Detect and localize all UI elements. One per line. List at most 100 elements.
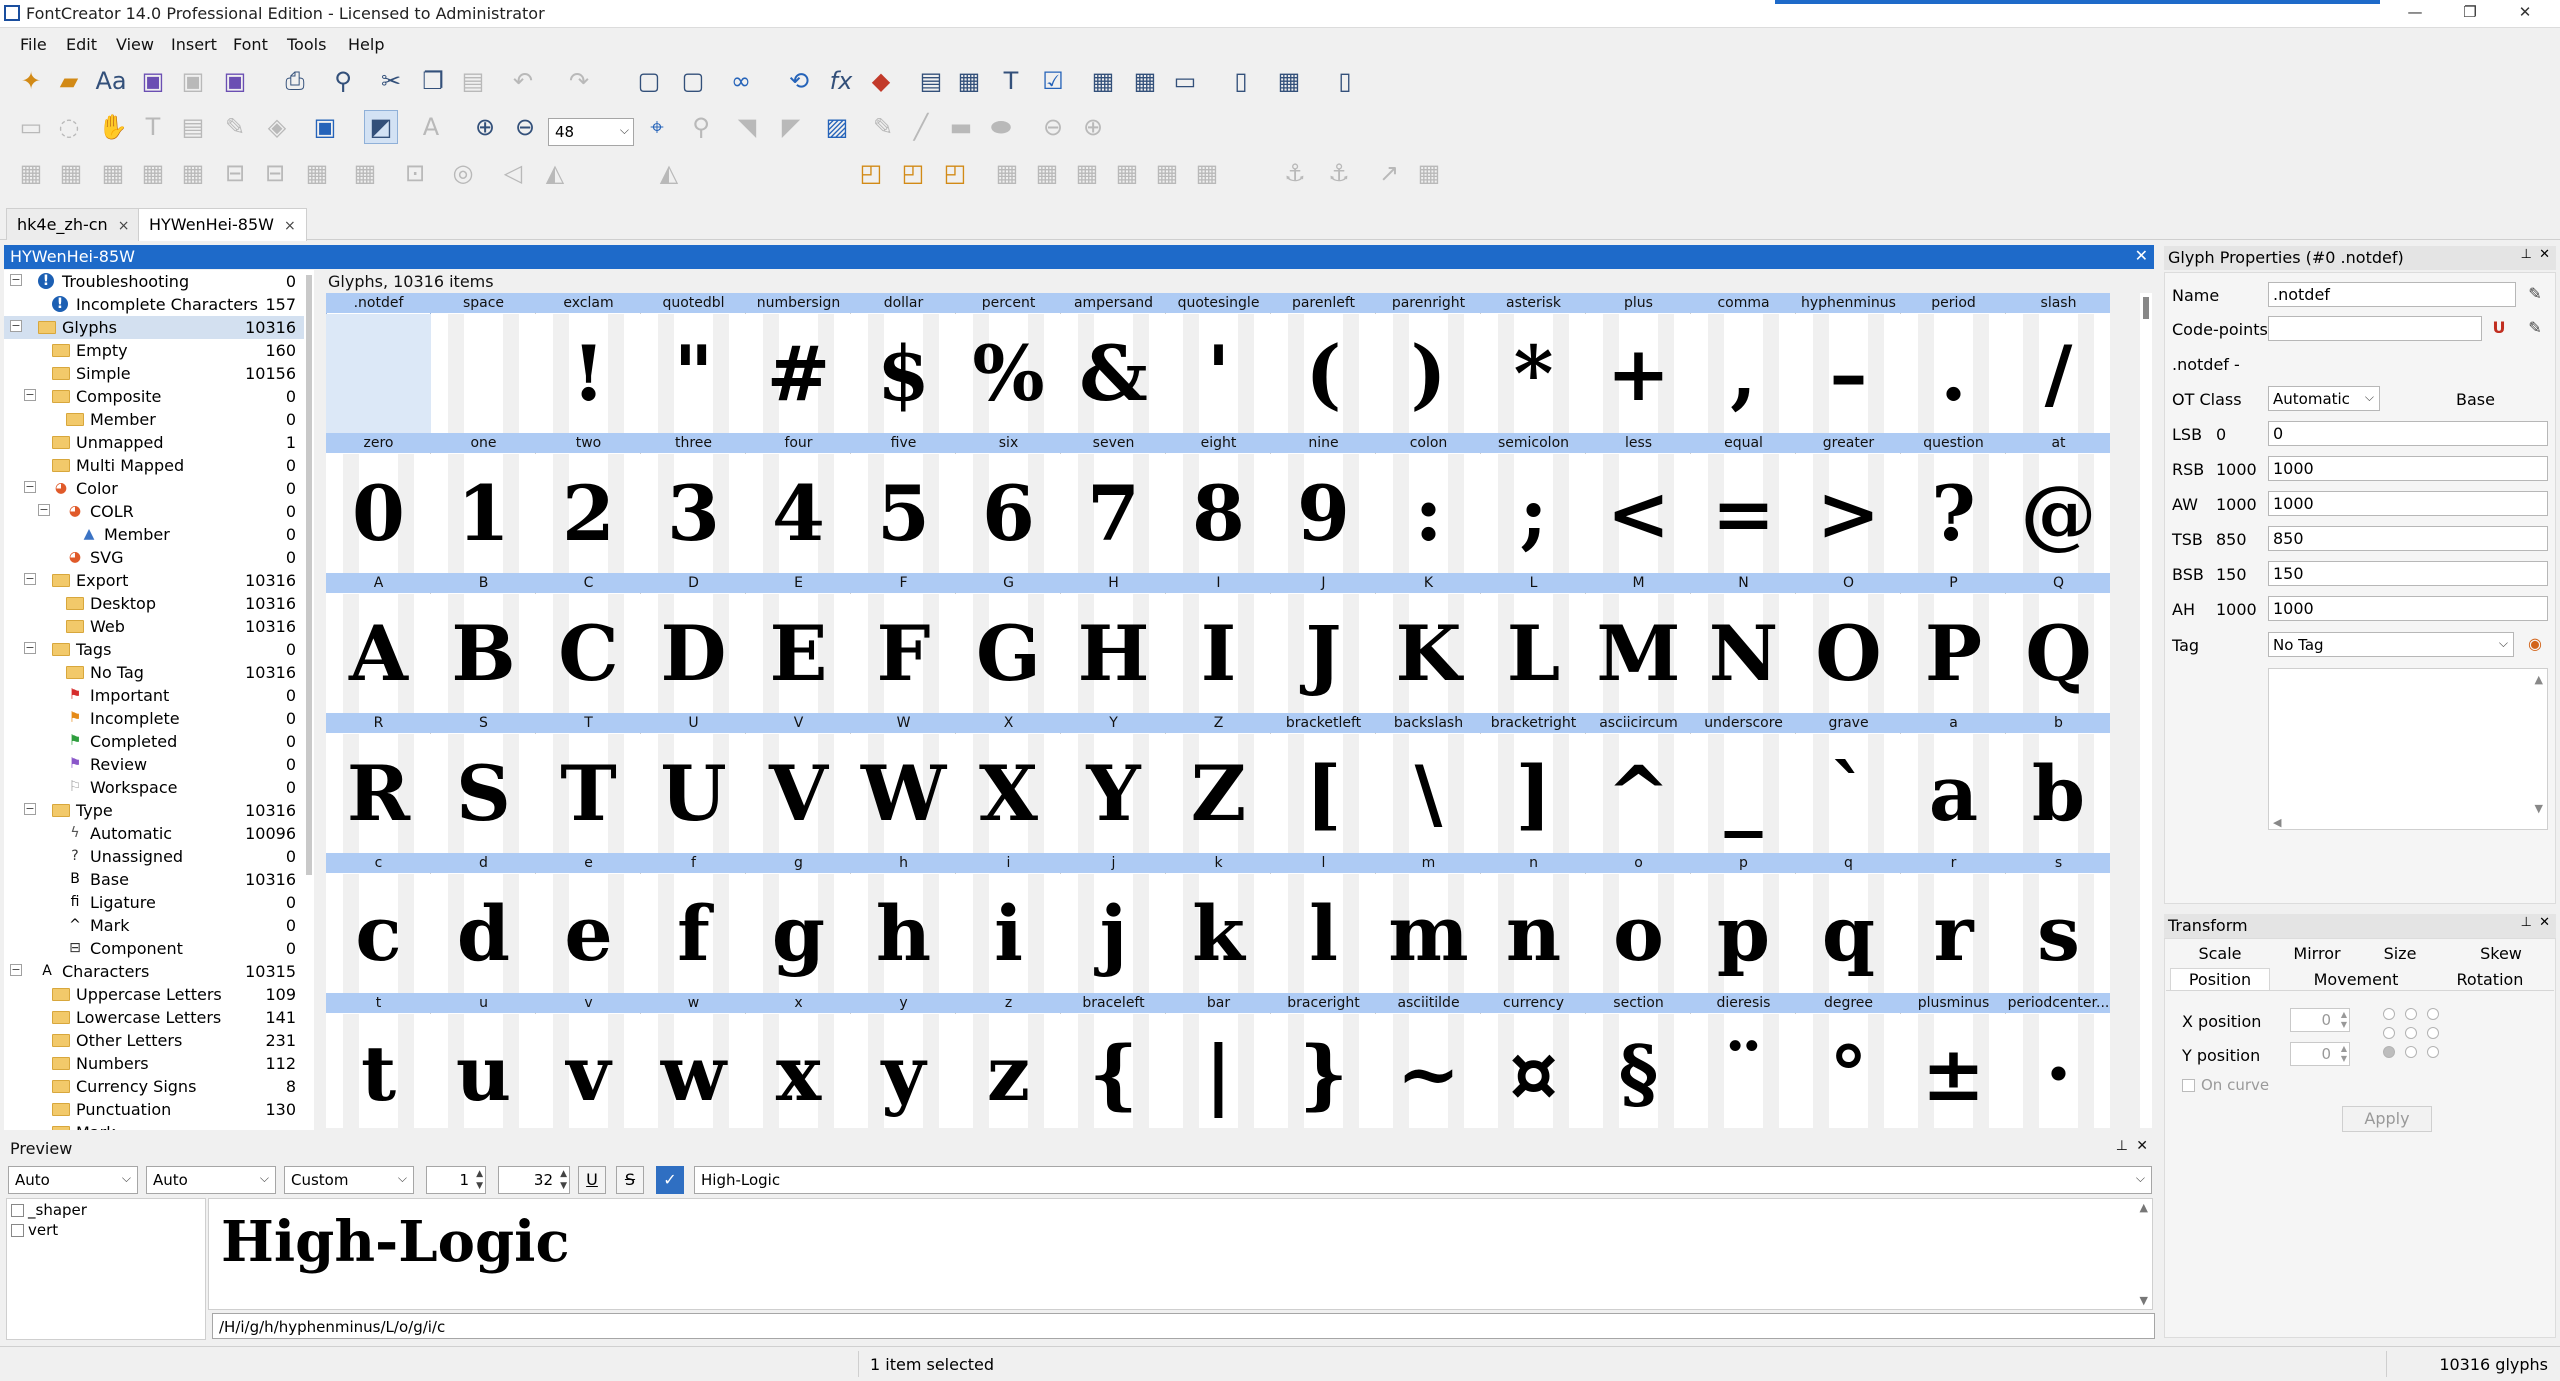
glyph-cell[interactable]: OO (1796, 573, 1901, 713)
glyph-cell[interactable]: XX (956, 713, 1061, 853)
glyph-cell[interactable]: jj (1061, 853, 1166, 993)
glyph-cell[interactable]: grave ` (1796, 713, 1901, 853)
glyph-cell[interactable]: ZZ (1166, 713, 1271, 853)
collapse-toggle-icon[interactable]: − (24, 642, 36, 654)
glyph-cell[interactable]: rr (1901, 853, 2006, 993)
tab-movement[interactable]: Movement (2306, 970, 2406, 989)
shape-union-icon[interactable]: ◰ (854, 156, 888, 190)
glyph-cell[interactable]: mm (1376, 853, 1481, 993)
copy-icon[interactable]: ❐ (416, 64, 450, 98)
hand-icon[interactable]: ✋ (96, 110, 130, 144)
on-curve-checkbox[interactable]: On curve (2182, 1076, 2269, 1094)
close-icon[interactable]: ✕ (2510, 3, 2540, 25)
scroll-up-icon[interactable]: ▲ (2140, 1201, 2148, 1214)
origin-radio[interactable] (2405, 1046, 2417, 1058)
tree-item[interactable]: B Base 10316 (4, 868, 304, 891)
glyph-cell[interactable]: eight 8 (1166, 433, 1271, 573)
preview-script-select[interactable]: Auto ⌵ (8, 1166, 138, 1194)
glyph-cell[interactable]: parenleft ( (1271, 293, 1376, 433)
tree-item[interactable]: Other Letters 231 (4, 1029, 304, 1052)
tree-item[interactable]: − Composite 0 (4, 385, 304, 408)
preview-canvas[interactable]: High-Logic ▲ ▼ (208, 1198, 2153, 1310)
glyph-cell[interactable]: degree ° (1796, 993, 1901, 1128)
paste-icon[interactable]: ▤ (456, 64, 490, 98)
pin-icon[interactable]: ⊥ (2521, 247, 2532, 262)
tree-item[interactable]: Multi Mapped 0 (4, 454, 304, 477)
align-icon[interactable]: ▦ (14, 156, 48, 190)
tree-scrollbar[interactable] (305, 270, 314, 1130)
glyph-cell[interactable]: ll (1271, 853, 1376, 993)
glyph-cell[interactable]: .notdef (326, 293, 431, 433)
pencil-icon[interactable]: ✎ (2524, 317, 2546, 339)
glyph-cell[interactable]: QQ (2006, 573, 2110, 713)
tab-hywenhei[interactable]: HYWenHei-85W × (138, 208, 307, 241)
feature-item[interactable]: _shaper (11, 1201, 87, 1219)
glyph-cell[interactable]: section § (1586, 993, 1691, 1128)
find-icon[interactable]: ⚲ (326, 64, 360, 98)
collapse-toggle-icon[interactable]: − (10, 320, 22, 332)
align-h-icon[interactable]: ⊟ (218, 156, 252, 190)
glyph-cell[interactable]: AA (326, 573, 431, 713)
glyph-cell[interactable]: numbersign # (746, 293, 851, 433)
apply-button[interactable]: Apply (2342, 1106, 2432, 1132)
spinner-arrows-icon[interactable]: ▲ ▼ (2341, 1044, 2347, 1064)
grid5-icon[interactable]: ▦ (1150, 156, 1184, 190)
glyph-cell[interactable]: asciitilde ~ (1376, 993, 1481, 1128)
glyph-cell[interactable]: EE (746, 573, 851, 713)
scrollbar-thumb[interactable] (2143, 297, 2149, 319)
rsb-field[interactable]: 1000 (2268, 456, 2548, 481)
menu-view[interactable]: View (116, 35, 154, 54)
glyph-cell[interactable]: FF (851, 573, 956, 713)
close-icon[interactable]: ✕ (2539, 247, 2550, 262)
glyph-cell[interactable]: three 3 (641, 433, 746, 573)
glyph-cell[interactable]: backslash \ (1376, 713, 1481, 853)
glyph-cell[interactable]: zz (956, 993, 1061, 1128)
scroll-down-icon[interactable]: ▼ (2535, 802, 2543, 815)
grid4-icon[interactable]: ▦ (1110, 156, 1144, 190)
glyph-cell[interactable]: dollar $ (851, 293, 956, 433)
tsb-field[interactable]: 850 (2268, 526, 2548, 551)
eraser-icon[interactable]: ◆ (864, 64, 898, 98)
line-icon[interactable]: ╱ (904, 110, 938, 144)
glyph-cell[interactable]: hyphenminus – (1796, 293, 1901, 433)
glyph-cell[interactable]: exclam! (536, 293, 641, 433)
glyph-cell[interactable]: plusminus ± (1901, 993, 2006, 1128)
tree-item[interactable]: Desktop 10316 (4, 592, 304, 615)
zoom-out-icon[interactable]: ⊖ (508, 110, 542, 144)
glyph-cell[interactable]: GG (956, 573, 1061, 713)
glyph-cell[interactable]: gg (746, 853, 851, 993)
cut-icon[interactable]: ✂ (374, 64, 408, 98)
tab-skew[interactable]: Skew (2466, 944, 2536, 963)
grid2-icon[interactable]: ▦ (1030, 156, 1064, 190)
triangle-3-icon[interactable]: ◭ (538, 156, 572, 190)
underline-button[interactable]: U (578, 1166, 606, 1194)
formula-icon[interactable]: fx (824, 64, 858, 98)
checkbox-icon[interactable] (11, 1204, 24, 1217)
glyph-cell[interactable]: hh (851, 853, 956, 993)
lsb-field[interactable]: 0 (2268, 421, 2548, 446)
knife-icon[interactable]: ▤ (176, 110, 210, 144)
redo-icon[interactable]: ↷ (562, 64, 596, 98)
tree-item[interactable]: ◕ SVG 0 (4, 546, 304, 569)
glyph-cell[interactable]: ampersand & (1061, 293, 1166, 433)
tree-item[interactable]: Simple 10156 (4, 362, 304, 385)
origin-radio[interactable] (2405, 1027, 2417, 1039)
glyph-cell[interactable]: seven 7 (1061, 433, 1166, 573)
spinner-arrows-icon[interactable]: ▲ ▼ (476, 1168, 483, 1192)
tab-rotation[interactable]: Rotation (2440, 970, 2540, 989)
pencil-icon[interactable]: ✎ (2524, 283, 2546, 305)
codepoints-field[interactable] (2268, 316, 2482, 341)
undo-icon[interactable]: ↶ (506, 64, 540, 98)
tree-item[interactable]: ⚑ Incomplete 0 (4, 707, 304, 730)
text-style-icon[interactable]: A (414, 110, 448, 144)
glyph-cell[interactable]: at @ (2006, 433, 2110, 573)
unicode-icon[interactable]: U (2488, 317, 2510, 339)
image-view-icon[interactable]: ▣ (308, 110, 342, 144)
menu-help[interactable]: Help (348, 35, 384, 54)
origin-radio[interactable] (2383, 1046, 2395, 1058)
glyph-cell[interactable]: ee (536, 853, 641, 993)
document-icon[interactable]: ▯ (1328, 64, 1362, 98)
type-icon[interactable]: T (136, 110, 170, 144)
bezier-icon[interactable]: ◎ (446, 156, 480, 190)
glyph-cell[interactable]: UU (641, 713, 746, 853)
